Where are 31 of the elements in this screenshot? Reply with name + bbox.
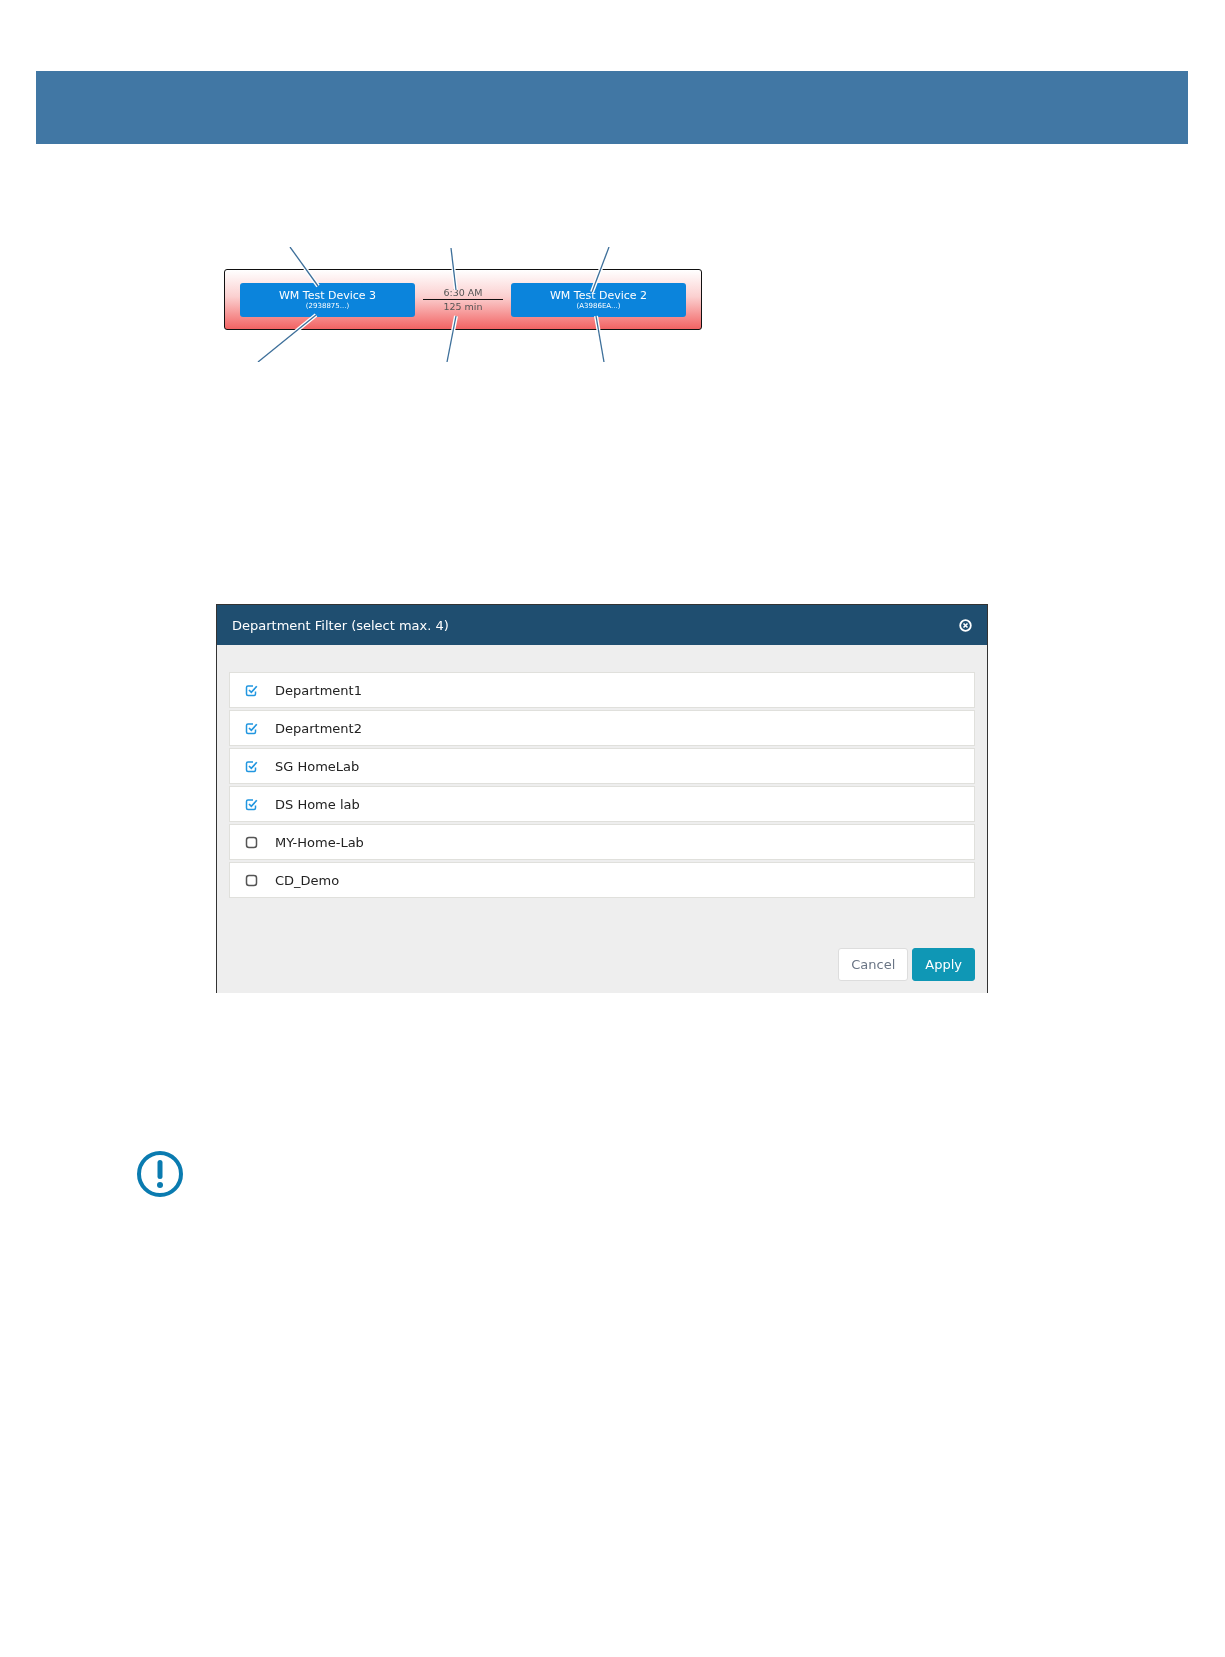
warning-icon bbox=[136, 1150, 184, 1198]
checkbox-checked-icon[interactable] bbox=[245, 683, 258, 697]
department-label: MY-Home-Lab bbox=[275, 834, 364, 850]
department-item[interactable]: SG HomeLab bbox=[229, 748, 975, 784]
leader-line bbox=[288, 247, 320, 288]
department-label: DS Home lab bbox=[275, 796, 360, 812]
checkbox-checked-icon[interactable] bbox=[245, 797, 258, 811]
checkbox-checked-icon[interactable] bbox=[245, 759, 258, 773]
device-name: WM Test Device 3 bbox=[278, 288, 377, 302]
leader-line bbox=[594, 315, 606, 362]
connection-duration: 125 min bbox=[443, 300, 483, 314]
department-item[interactable]: Department2 bbox=[229, 710, 975, 746]
department-item[interactable]: CD_Demo bbox=[229, 862, 975, 898]
device-name: WM Test Device 2 bbox=[549, 288, 648, 302]
close-icon[interactable] bbox=[959, 618, 972, 632]
leader-line bbox=[256, 313, 318, 362]
department-label: Department2 bbox=[275, 720, 362, 736]
department-label: Department1 bbox=[275, 682, 362, 698]
dialog-title: Department Filter (select max. 4) bbox=[232, 617, 449, 633]
department-item[interactable]: DS Home lab bbox=[229, 786, 975, 822]
leader-line bbox=[445, 315, 458, 362]
department-item[interactable]: Department1 bbox=[229, 672, 975, 708]
cancel-button[interactable]: Cancel bbox=[838, 948, 909, 981]
department-label: SG HomeLab bbox=[275, 758, 360, 774]
department-item[interactable]: MY-Home-Lab bbox=[229, 824, 975, 860]
department-label: CD_Demo bbox=[275, 872, 340, 888]
checkbox-checked-icon[interactable] bbox=[245, 721, 258, 735]
checkbox-icon[interactable] bbox=[245, 835, 258, 849]
leader-line bbox=[590, 247, 611, 293]
checkbox-icon[interactable] bbox=[245, 873, 258, 887]
leader-line bbox=[449, 247, 458, 291]
